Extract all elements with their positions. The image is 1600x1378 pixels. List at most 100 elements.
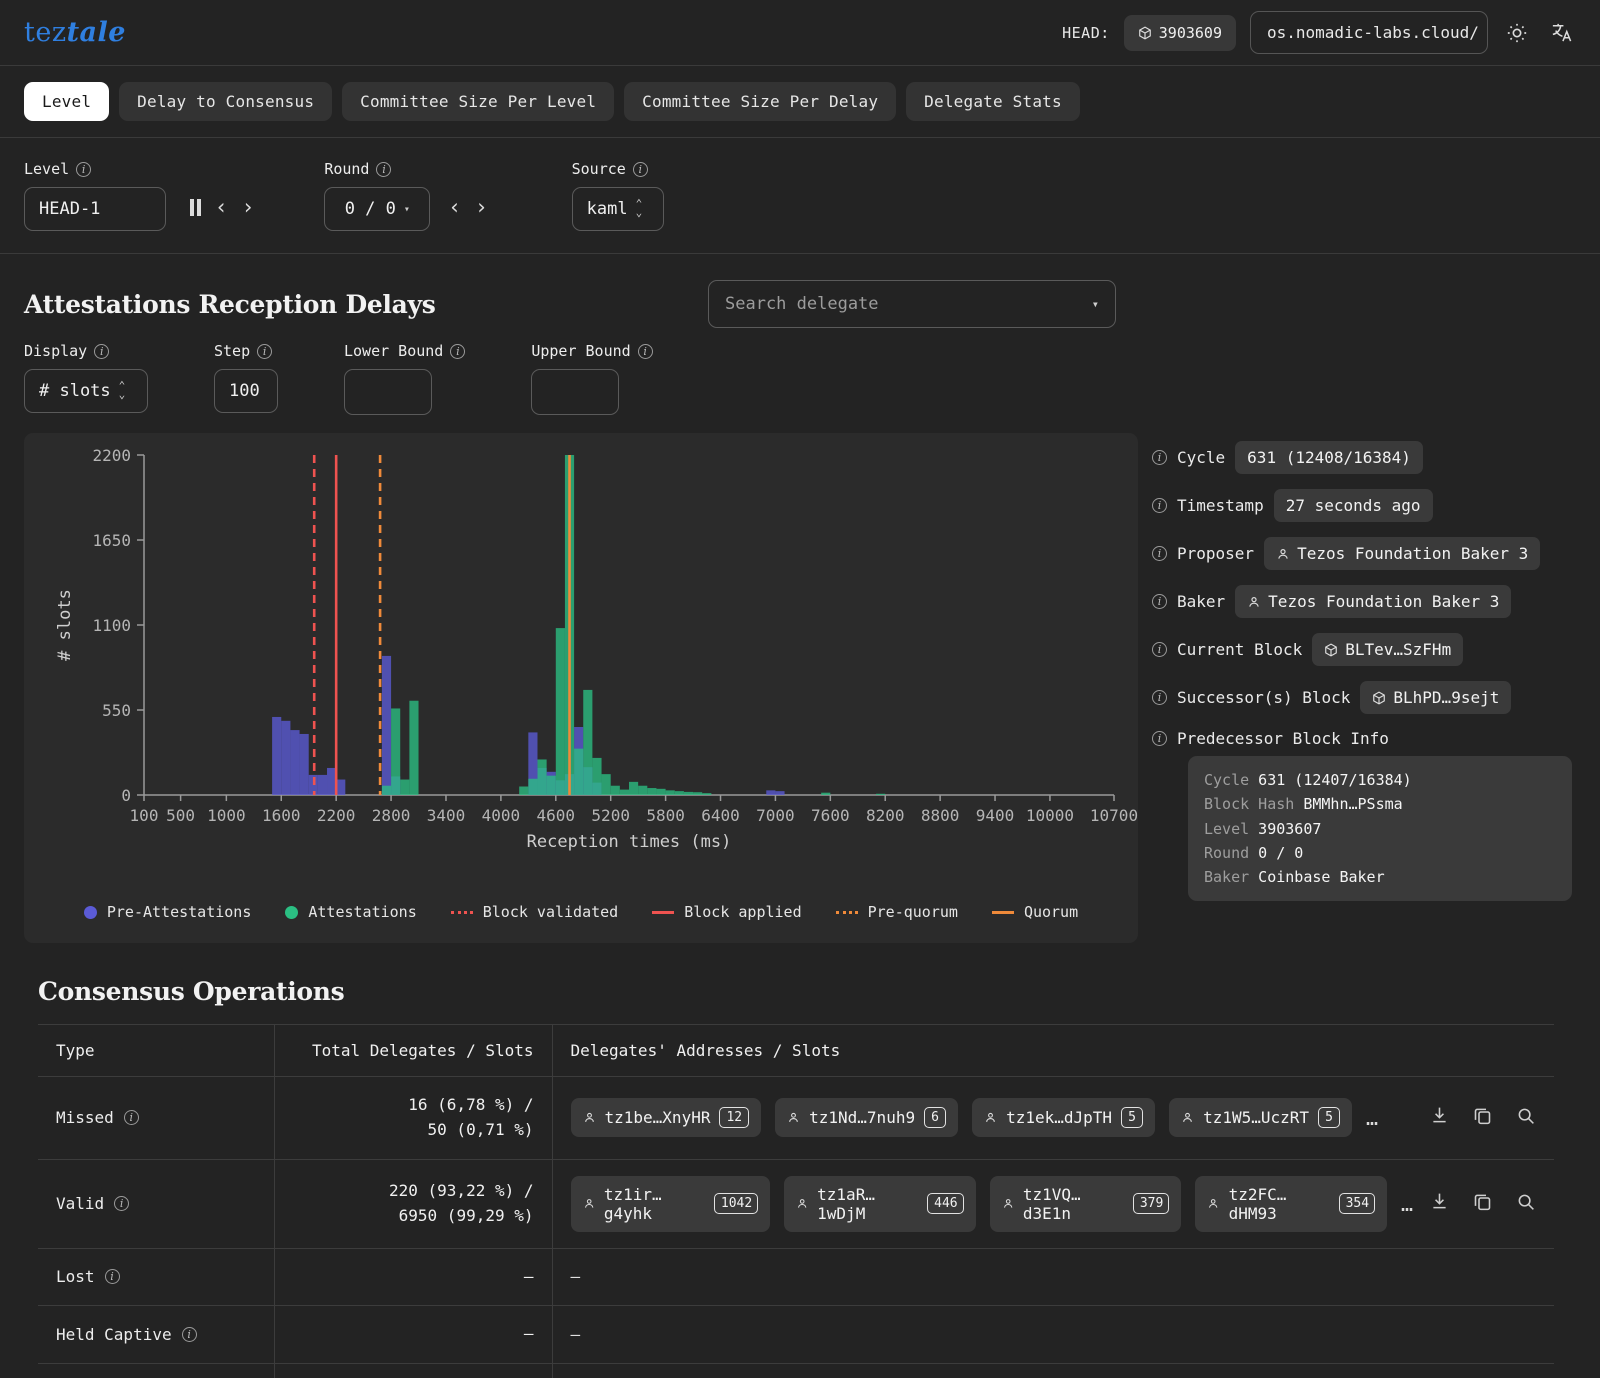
delegate-chip[interactable]: tz1ek…dJpTH5	[972, 1098, 1155, 1137]
info-icon[interactable]: i	[1152, 498, 1167, 513]
successor-block-chip[interactable]: BLhPD…9sejt	[1360, 681, 1511, 714]
logo-prefix: tez	[24, 17, 67, 48]
column-delegates: Delegates' Addresses / Slots	[552, 1025, 1554, 1077]
svg-text:100: 100	[130, 806, 159, 825]
delegate-chip[interactable]: tz2FC…dHM93354	[1195, 1176, 1387, 1232]
pause-icon[interactable]	[190, 199, 201, 216]
info-icon[interactable]: i	[182, 1327, 197, 1342]
display-value: # slots	[39, 381, 111, 401]
svg-text:9400: 9400	[976, 806, 1015, 825]
tab-committee-size-per-delay[interactable]: Committee Size Per Delay	[624, 82, 896, 121]
delays-chart-panel: 0550110016502200100500100016002200280034…	[24, 433, 1138, 943]
display-select[interactable]: # slots ⌃⌄	[24, 369, 148, 413]
info-icon[interactable]: i	[1152, 450, 1167, 465]
legend-item[interactable]: Block validated	[451, 903, 618, 921]
round-next-button[interactable]: ›	[475, 195, 488, 219]
info-icon[interactable]: i	[257, 344, 272, 359]
table-header-row: Type Total Delegates / Slots Delegates' …	[38, 1025, 1554, 1077]
legend-item[interactable]: Quorum	[992, 903, 1078, 921]
ops-title: Consensus Operations	[38, 977, 1576, 1006]
round-prev-button[interactable]: ‹	[448, 195, 461, 219]
copy-icon[interactable]	[1472, 1191, 1493, 1216]
more-delegates-button[interactable]: …	[1366, 1106, 1380, 1130]
round-select[interactable]: 0 / 0 ▾	[324, 187, 430, 231]
step-input[interactable]: 100	[214, 369, 278, 413]
column-totals: Total Delegates / Slots	[274, 1025, 552, 1077]
download-icon[interactable]	[1429, 1191, 1450, 1216]
info-icon[interactable]: i	[1152, 546, 1167, 561]
source-control: Source i kaml ⌃⌄	[572, 160, 664, 231]
tab-level[interactable]: Level	[24, 82, 109, 121]
delegate-chip[interactable]: tz1W5…UczRT5	[1169, 1098, 1352, 1137]
info-timestamp: i Timestamp 27 seconds ago	[1152, 489, 1572, 522]
svg-text:4000: 4000	[482, 806, 521, 825]
info-proposer: i Proposer Tezos Foundation Baker 3	[1152, 537, 1572, 570]
copy-icon[interactable]	[1472, 1105, 1493, 1130]
info-icon[interactable]: i	[450, 344, 465, 359]
tab-delay-to-consensus[interactable]: Delay to Consensus	[119, 82, 332, 121]
more-delegates-button[interactable]: …	[1401, 1192, 1415, 1216]
magnifier-icon[interactable]	[1515, 1191, 1536, 1216]
baker-chip[interactable]: Tezos Foundation Baker 3	[1235, 585, 1511, 618]
person-icon	[1002, 1197, 1014, 1210]
info-icon[interactable]: i	[1152, 594, 1167, 609]
svg-text:7600: 7600	[811, 806, 850, 825]
level-next-button[interactable]: ›	[242, 195, 255, 219]
sun-icon[interactable]	[1502, 18, 1532, 48]
tab-committee-size-per-level[interactable]: Committee Size Per Level	[342, 82, 614, 121]
legend-item[interactable]: Pre-quorum	[836, 903, 958, 921]
info-icon[interactable]: i	[114, 1196, 129, 1211]
info-icon[interactable]: i	[1152, 731, 1167, 746]
predecessor-key: Round	[1204, 844, 1249, 862]
source-select[interactable]: kaml ⌃⌄	[572, 187, 664, 231]
info-icon[interactable]: i	[1152, 642, 1167, 657]
current-block-chip[interactable]: BLTev…SzFHm	[1312, 633, 1463, 666]
info-baker: i Baker Tezos Foundation Baker 3	[1152, 585, 1572, 618]
predecessor-value: 3903607	[1249, 820, 1321, 838]
delegate-chip[interactable]: tz1aR…1wDjM446	[784, 1176, 976, 1232]
info-icon[interactable]: i	[124, 1110, 139, 1125]
table-row: Erroneousi––	[38, 1364, 1554, 1378]
baker-label: Baker	[1177, 592, 1225, 611]
level-prev-button[interactable]: ‹	[215, 195, 228, 219]
ops-title-wrap: Consensus Operations	[0, 943, 1600, 1024]
proposer-chip[interactable]: Tezos Foundation Baker 3	[1264, 537, 1540, 570]
info-icon[interactable]: i	[76, 162, 91, 177]
head-block-chip[interactable]: 3903609	[1124, 15, 1236, 51]
lower-bound-input[interactable]	[344, 369, 432, 415]
delegate-chip[interactable]: tz1be…XnyHR12	[571, 1098, 762, 1137]
person-icon	[1207, 1197, 1219, 1210]
info-icon[interactable]: i	[105, 1269, 120, 1284]
table-row: Validi220 (93,22 %) / 6950 (99,29 %)tz1i…	[38, 1159, 1554, 1248]
chart-area: 0550110016502200100500100016002200280034…	[0, 433, 1600, 943]
delegates-list: tz1be…XnyHR12 tz1Nd…7nuh96 tz1ek…dJpTH5 tz1…	[571, 1098, 1537, 1137]
download-icon[interactable]	[1429, 1105, 1450, 1130]
delegates-list: –	[571, 1325, 1537, 1344]
app-logo[interactable]: teztale	[24, 17, 126, 48]
level-label-row: Level i	[24, 160, 166, 178]
info-icon[interactable]: i	[376, 162, 391, 177]
magnifier-icon[interactable]	[1515, 1105, 1536, 1130]
legend-item[interactable]: Block applied	[652, 903, 801, 921]
delegate-chip[interactable]: tz1VQ…d3E1n379	[990, 1176, 1182, 1232]
search-delegate-input[interactable]: Search delegate ▾	[708, 280, 1116, 328]
delegate-slots: 5	[1318, 1107, 1340, 1128]
proposer-value: Tezos Foundation Baker 3	[1297, 544, 1528, 563]
endpoint-input[interactable]: os.nomadic-labs.cloud/	[1250, 11, 1488, 54]
info-icon[interactable]: i	[633, 162, 648, 177]
tab-delegate-stats[interactable]: Delegate Stats	[906, 82, 1080, 121]
info-icon[interactable]: i	[94, 344, 109, 359]
upper-bound-label-row: Upper Bound i	[531, 342, 652, 360]
info-icon[interactable]: i	[1152, 690, 1167, 705]
legend-item[interactable]: Pre-Attestations	[84, 903, 252, 921]
upper-bound-input[interactable]	[531, 369, 619, 415]
info-icon[interactable]: i	[638, 344, 653, 359]
round-label-row: Round i	[324, 160, 430, 178]
legend-item[interactable]: Attestations	[285, 903, 416, 921]
delegate-chip[interactable]: tz1ir…g4yhk1042	[571, 1176, 770, 1232]
translate-icon[interactable]	[1546, 18, 1576, 48]
delays-histogram[interactable]: 0550110016502200100500100016002200280034…	[24, 433, 1138, 853]
cell-type: Erroneousi	[38, 1364, 274, 1378]
delegate-chip[interactable]: tz1Nd…7nuh96	[775, 1098, 958, 1137]
level-input[interactable]: HEAD-1	[24, 187, 166, 231]
